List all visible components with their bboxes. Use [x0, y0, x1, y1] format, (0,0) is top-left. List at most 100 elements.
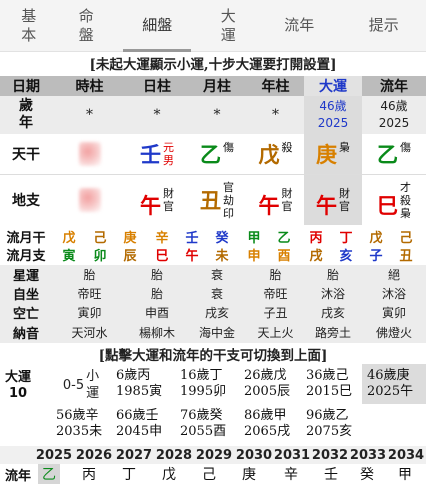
zizuo-day: 胎: [150, 287, 163, 301]
dayun-branch[interactable]: 午 財官: [304, 175, 362, 225]
liuyue-gan-9[interactable]: 丙: [302, 227, 330, 246]
liunian-branch[interactable]: 巳 才殺梟: [362, 175, 426, 225]
liuyue-gan-3[interactable]: 庚: [116, 227, 144, 246]
dayun-age-label: 16歲: [180, 368, 210, 383]
liunian-gan-4[interactable]: 戊: [154, 464, 184, 484]
month-stem-char: 乙: [200, 142, 221, 167]
month-branch-char: 丑: [200, 188, 221, 213]
dayun-item-7[interactable]: 66歲壬 2045申: [116, 408, 178, 440]
tab-basic[interactable]: 基本: [0, 0, 57, 51]
liuyue-zhi-10[interactable]: 亥: [332, 245, 360, 264]
liuyue-gan-12[interactable]: 己: [392, 227, 420, 246]
year-2034[interactable]: 2034: [386, 446, 426, 464]
dayun-item-2[interactable]: 16歲丁 1995卯: [180, 368, 242, 400]
nayin-dayun: 路旁土: [314, 325, 351, 340]
year-2033[interactable]: 2033: [348, 446, 388, 464]
dayun-item-1[interactable]: 6歲丙 1985寅: [116, 368, 178, 400]
dayun-stem-label: 丁: [209, 368, 223, 383]
liuyue-zhi-11[interactable]: 子: [362, 245, 390, 264]
tab-tips[interactable]: 提示: [341, 0, 426, 51]
year-2028[interactable]: 2028: [154, 446, 194, 464]
liunian-branch-hidden-3: 梟: [400, 206, 411, 220]
liuyue-gan-7[interactable]: 甲: [240, 227, 268, 246]
liuyue-zhi-9[interactable]: 戌: [302, 245, 330, 264]
tab-dayun[interactable]: 大運: [199, 0, 256, 51]
liuyue-gan-1[interactable]: 戊: [55, 227, 83, 246]
liuyue-gan-5[interactable]: 壬: [178, 227, 206, 246]
liunian-gan-row: 流年 乙 丙 丁 戊 己 庚 辛 壬 癸 甲: [0, 464, 426, 484]
liunian-stem[interactable]: 乙 傷: [362, 134, 426, 174]
liunian-gan-3[interactable]: 丁: [114, 464, 144, 484]
year-2027[interactable]: 2027: [114, 446, 154, 464]
liuyue-gan-8[interactable]: 乙: [270, 227, 298, 246]
dayun-item-8[interactable]: 76歲癸 2055酉: [180, 408, 242, 440]
liunian-gan-10[interactable]: 甲: [390, 464, 420, 484]
dayun-stem-label: 乙: [335, 408, 349, 423]
dayun-age[interactable]: 46歲 2025: [304, 96, 362, 134]
dayun-item-3[interactable]: 26歲戊 2005辰: [244, 368, 306, 400]
dayun-branch-label: 戌: [277, 424, 291, 439]
liunian-row-label: 流年: [4, 468, 31, 484]
dayun-item-9[interactable]: 86歲甲 2065戌: [244, 408, 306, 440]
tab-detail[interactable]: 細盤: [115, 0, 200, 52]
age-label-1: 歲: [19, 98, 33, 114]
liuyue-zhi-2[interactable]: 卯: [86, 245, 114, 264]
liunian-gan-9[interactable]: 癸: [352, 464, 382, 484]
liunian-gan-2[interactable]: 丙: [74, 464, 104, 484]
year-2025[interactable]: 2025: [34, 446, 74, 464]
liuyue-gan-6[interactable]: 癸: [208, 227, 236, 246]
tab-chart-line1: 命: [78, 6, 94, 25]
xiaoyun-item[interactable]: 0-5 小運: [56, 366, 106, 404]
liuyue-zhi-4[interactable]: 巳: [148, 245, 176, 264]
year-branch-char: 午: [258, 193, 280, 218]
dayun-age-label: 6歲: [116, 368, 138, 383]
year-2026[interactable]: 2026: [74, 446, 114, 464]
dayun-item-6[interactable]: 56歲辛 2035未: [56, 408, 118, 440]
dayun-item-5-selected[interactable]: 46歲庚 2025午: [362, 364, 426, 404]
liunian-gan-8[interactable]: 壬: [316, 464, 346, 484]
liunian-gan-6[interactable]: 庚: [234, 464, 264, 484]
liuyue-zhi-12[interactable]: 丑: [392, 245, 420, 264]
tab-liunian[interactable]: 流年: [257, 0, 342, 51]
liuyue-gan-2[interactable]: 己: [86, 227, 114, 246]
month-age: *: [213, 107, 221, 123]
month-stem: 乙 傷: [187, 134, 247, 174]
liunian-gan-7[interactable]: 辛: [276, 464, 306, 484]
xingyun-month: 衰: [210, 268, 223, 282]
year-2029[interactable]: 2029: [194, 446, 234, 464]
tiangan-label: 天干: [12, 147, 40, 163]
liuyue-zhi-8[interactable]: 酉: [270, 245, 298, 264]
hour-branch-redacted: [52, 175, 127, 225]
year-branch-hidden-2: 官: [281, 200, 293, 213]
dayun-item-10[interactable]: 96歲乙 2075亥: [306, 408, 362, 440]
month-branch-hidden-3: 印: [223, 206, 234, 220]
dayun-stem-note: 梟: [339, 141, 350, 154]
liuyue-gan-10[interactable]: 丁: [332, 227, 360, 246]
liuyue-zhi-1[interactable]: 寅: [55, 245, 83, 264]
month-branch: 丑 官劫印: [187, 175, 247, 225]
xingyun-dayun: 胎: [326, 268, 339, 282]
liuyue-zhi-3[interactable]: 辰: [116, 245, 144, 264]
liuyue-zhi-7[interactable]: 申: [240, 245, 268, 264]
xingyun-day: 胎: [150, 268, 163, 282]
month-branch-hidden-2: 劫: [223, 193, 234, 207]
liuyue-gan-4[interactable]: 辛: [148, 227, 176, 246]
liunian-age[interactable]: 46歲 2025: [362, 96, 426, 134]
dayun-stem-label: 癸: [209, 408, 223, 423]
dayun-age-label: 26歲: [244, 368, 274, 383]
liuyue-zhi-5[interactable]: 午: [178, 245, 206, 264]
tab-chart[interactable]: 命盤: [57, 0, 114, 51]
liuyue-zhi-6[interactable]: 未: [208, 245, 236, 264]
year-2032[interactable]: 2032: [310, 446, 350, 464]
dayun-stem[interactable]: 庚 梟: [304, 134, 362, 174]
year-branch-hidden-1: 財: [281, 187, 293, 200]
year-2030[interactable]: 2030: [234, 446, 274, 464]
liunian-gan-5[interactable]: 己: [194, 464, 224, 484]
dayun-branch-label: 辰: [277, 384, 291, 399]
liuyue-gan-11[interactable]: 戊: [362, 227, 390, 246]
year-2031[interactable]: 2031: [272, 446, 312, 464]
liunian-gan-1-selected[interactable]: 乙: [38, 464, 60, 484]
tab-basic-line1: 基: [21, 6, 37, 25]
age-label: 歲 年: [0, 96, 52, 134]
dayun-item-4[interactable]: 36歲己 2015巳: [306, 368, 362, 400]
